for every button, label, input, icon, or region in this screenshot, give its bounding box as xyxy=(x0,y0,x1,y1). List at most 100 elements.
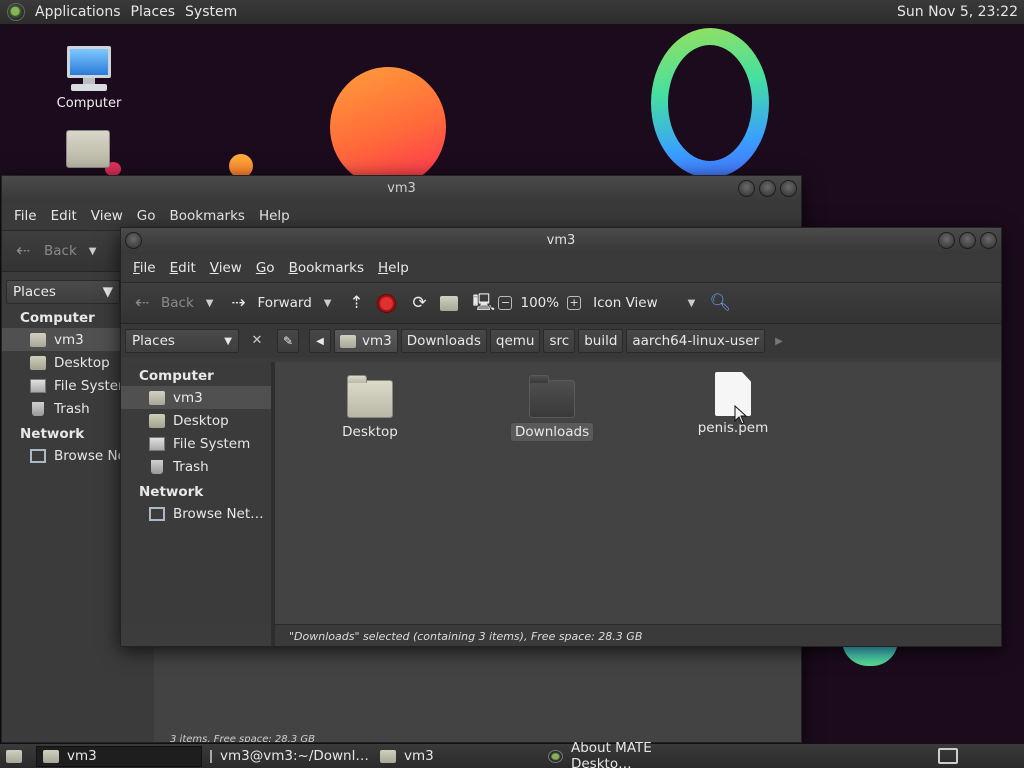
front-file-manager-window[interactable]: vm3 File Edit View Go Bookmarks Help ⇠ B… xyxy=(120,227,1002,647)
folder-icon xyxy=(529,375,575,418)
wallpaper-ring-shape xyxy=(651,28,769,178)
home-icon xyxy=(340,334,356,348)
menu-applications[interactable]: Applications xyxy=(35,4,121,20)
maximize-button[interactable] xyxy=(759,180,776,197)
maximize-button[interactable] xyxy=(959,232,976,249)
mate-logo-icon[interactable] xyxy=(7,3,25,21)
computer-button[interactable]: 🖳 xyxy=(472,292,495,314)
menu-go[interactable]: Go xyxy=(256,260,275,276)
desktop-icon-label: Computer xyxy=(56,96,122,111)
minimize-button[interactable] xyxy=(938,232,955,249)
chevron-down-icon: ▼ xyxy=(205,297,214,309)
breadcrumb-aarch64[interactable]: aarch64-linux-user xyxy=(626,329,766,353)
show-desktop-icon[interactable] xyxy=(6,749,22,763)
mouse-cursor-icon xyxy=(734,404,748,425)
menu-bookmarks[interactable]: Bookmarks xyxy=(289,260,364,276)
back-button[interactable]: ⇠ Back ▼ xyxy=(12,240,97,262)
menu-bookmarks[interactable]: Bookmarks xyxy=(170,208,245,224)
home-folder-icon[interactable] xyxy=(66,130,110,168)
breadcrumb-build[interactable]: build xyxy=(578,329,624,353)
file-item-downloads[interactable]: Downloads xyxy=(511,374,594,441)
task-vm3-active[interactable]: vm3 xyxy=(36,745,202,767)
minimize-button[interactable] xyxy=(738,180,755,197)
home-icon xyxy=(440,295,459,311)
sidebar-item-browse-network[interactable]: Browse Net… xyxy=(121,502,271,525)
menu-system[interactable]: System xyxy=(185,4,237,20)
reload-icon: ⟳ xyxy=(412,293,427,313)
reload-button[interactable]: ⟳ xyxy=(408,292,430,314)
back-places-combo[interactable]: Places ▼ xyxy=(6,280,120,304)
desktop-icon-computer[interactable]: Computer xyxy=(52,46,126,111)
bottom-panel: vm3 vm3@vm3:~/Downl… vm3 About MATE Desk… xyxy=(0,740,1024,768)
forward-arrow-icon: ⇢ xyxy=(231,293,246,313)
zoom-level[interactable]: 100% xyxy=(520,295,559,311)
front-location-bar: Places ▼ ✕ ✎ ◀ vm3 Downloads qemu src bu… xyxy=(121,324,1001,358)
breadcrumb-vm3[interactable]: vm3 xyxy=(334,329,398,353)
chevron-down-icon: ▼ xyxy=(102,284,113,300)
top-panel: Applications Places System Sun Nov 5, 23… xyxy=(0,0,1024,25)
zoom-in-button[interactable]: + xyxy=(567,296,582,310)
menu-edit[interactable]: Edit xyxy=(170,260,196,276)
chevron-down-icon: ▼ xyxy=(88,245,97,257)
menu-view[interactable]: View xyxy=(91,208,123,224)
zoom-out-icon: − xyxy=(498,296,513,310)
search-button[interactable]: 🔍︎ xyxy=(709,292,732,314)
sidebar-item-vm3[interactable]: vm3 xyxy=(121,386,271,409)
trash-icon xyxy=(151,459,163,474)
close-button[interactable] xyxy=(780,180,797,197)
folder-icon xyxy=(30,355,46,370)
sidebar-item-desktop[interactable]: Desktop xyxy=(121,409,271,432)
terminal-icon xyxy=(210,749,212,763)
back-arrow-icon: ⇠ xyxy=(15,241,31,261)
file-item-penis-pem[interactable]: penis.pem xyxy=(693,372,773,436)
home-icon xyxy=(149,390,165,405)
zoom-out-button[interactable]: − xyxy=(498,296,513,310)
sidebar-header-network: Network xyxy=(139,484,204,500)
close-button[interactable] xyxy=(980,232,997,249)
menu-file[interactable]: File xyxy=(14,208,37,224)
breadcrumb-downloads[interactable]: Downloads xyxy=(400,329,487,353)
breadcrumb-src[interactable]: src xyxy=(543,329,576,353)
menu-help[interactable]: Help xyxy=(259,208,290,224)
home-button[interactable] xyxy=(440,295,459,311)
breadcrumb-left-button[interactable]: ◀ xyxy=(309,329,331,353)
breadcrumb-right-icon[interactable]: ▶ xyxy=(775,336,783,347)
folder-desktop-icon xyxy=(347,375,393,418)
file-view[interactable]: Desktop Downloads penis.pem xyxy=(275,362,1001,624)
sidebar-item-filesystem[interactable]: File System xyxy=(121,432,271,455)
trash-icon xyxy=(32,401,44,416)
window-menu-button[interactable] xyxy=(125,232,142,249)
back-window-titlebar[interactable]: vm3 xyxy=(2,176,801,202)
pencil-icon: ✎ xyxy=(282,334,294,348)
sidebar-item-trash[interactable]: Trash xyxy=(121,455,271,478)
folder-icon xyxy=(149,413,165,428)
places-combo[interactable]: Places ▼ xyxy=(125,329,239,353)
view-mode-select[interactable]: Icon View ▼ xyxy=(593,295,695,311)
folder-icon xyxy=(380,749,396,763)
back-window-title: vm3 xyxy=(387,181,416,196)
stop-button[interactable] xyxy=(377,293,397,313)
back-button[interactable]: ⇠ Back ▼ xyxy=(131,292,214,314)
menu-help[interactable]: Help xyxy=(378,260,409,276)
menu-edit[interactable]: Edit xyxy=(51,208,77,224)
forward-button[interactable]: ⇢ Forward ▼ xyxy=(227,292,331,314)
menu-file[interactable]: File xyxy=(133,260,156,276)
front-window-titlebar[interactable]: vm3 xyxy=(121,228,1001,254)
file-item-desktop[interactable]: Desktop xyxy=(335,374,405,440)
menu-view[interactable]: View xyxy=(210,260,242,276)
edit-location-button[interactable]: ✎ xyxy=(277,329,299,353)
close-sidebar-icon[interactable]: ✕ xyxy=(247,331,267,351)
home-icon xyxy=(30,332,46,347)
task-terminal[interactable]: vm3@vm3:~/Downl… xyxy=(204,746,372,767)
status-text: "Downloads" selected (containing 3 items… xyxy=(289,630,643,643)
breadcrumb-qemu[interactable]: qemu xyxy=(489,329,541,353)
up-button[interactable]: ⇡ xyxy=(345,292,367,314)
task-vm3[interactable]: vm3 xyxy=(374,746,540,767)
menu-go[interactable]: Go xyxy=(137,208,156,224)
mate-icon xyxy=(548,749,563,763)
task-about-mate[interactable]: About MATE Deskto… xyxy=(542,740,712,768)
menu-places[interactable]: Places xyxy=(131,4,176,20)
workspace-switcher[interactable] xyxy=(938,748,958,764)
search-icon: 🔍︎ xyxy=(709,293,732,313)
clock[interactable]: Sun Nov 5, 23:22 xyxy=(897,4,1018,20)
